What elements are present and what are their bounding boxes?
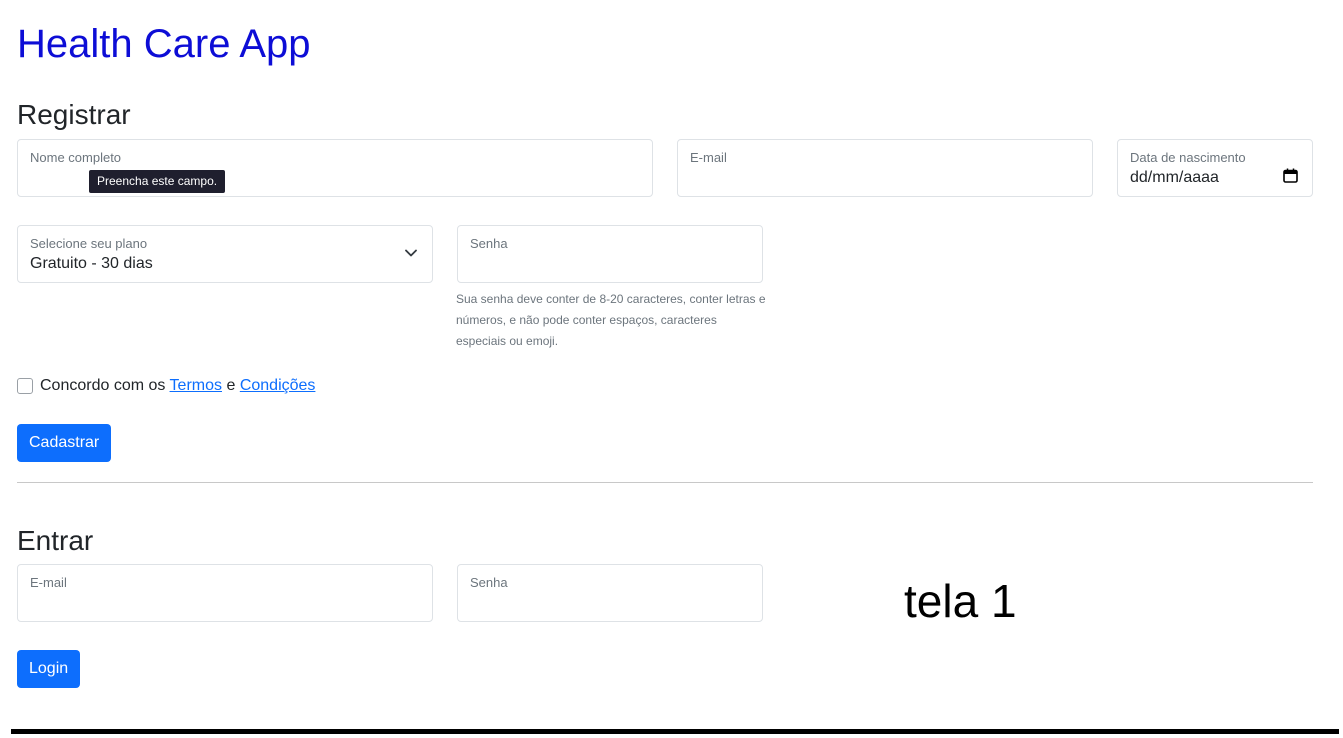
screen-label: tela 1 (904, 575, 1017, 627)
terms-joiner: e (226, 377, 236, 394)
validation-tooltip: Preencha este campo. (89, 170, 226, 193)
terms-prefix: Concordo com os (40, 377, 166, 394)
chevron-down-icon (405, 249, 417, 257)
birthdate-value: dd/mm/aaaa (1130, 169, 1219, 186)
password-field[interactable]: Senha (457, 225, 763, 283)
register-button[interactable]: Cadastrar (17, 424, 112, 462)
terms-link[interactable]: Termos (170, 377, 222, 394)
login-email-label: E-mail (30, 575, 67, 590)
full-name-label: Nome completo (30, 150, 122, 165)
plan-value: Gratuito - 30 dias (30, 255, 153, 272)
terms-label: Concordo com os Termos e Condições (40, 376, 315, 396)
password-help-text: Sua senha deve conter de 8-20 caracteres… (456, 292, 766, 348)
login-email-field[interactable]: E-mail (17, 564, 433, 622)
page: Health Care App Registrar Nome completo … (0, 0, 1343, 738)
login-button[interactable]: Login (17, 650, 81, 688)
app-title: Health Care App (17, 22, 311, 66)
birthdate-label: Data de nascimento (1130, 150, 1246, 165)
password-label: Senha (470, 236, 508, 251)
register-heading: Registrar (17, 99, 131, 130)
birthdate-field[interactable]: Data de nascimento dd/mm/aaaa (1117, 139, 1313, 197)
login-password-label: Senha (470, 575, 508, 590)
plan-label: Selecione seu plano (30, 236, 148, 251)
plan-select[interactable]: Selecione seu plano Gratuito - 30 dias (17, 225, 433, 283)
login-heading: Entrar (17, 525, 94, 556)
login-password-field[interactable]: Senha (457, 564, 763, 622)
calendar-icon[interactable] (1283, 168, 1298, 183)
email-field[interactable]: E-mail (677, 139, 1093, 197)
section-divider (17, 482, 1313, 483)
bottom-border (11, 729, 1339, 734)
conditions-link[interactable]: Condições (240, 377, 316, 394)
email-label: E-mail (690, 150, 727, 165)
terms-checkbox[interactable] (17, 378, 33, 394)
